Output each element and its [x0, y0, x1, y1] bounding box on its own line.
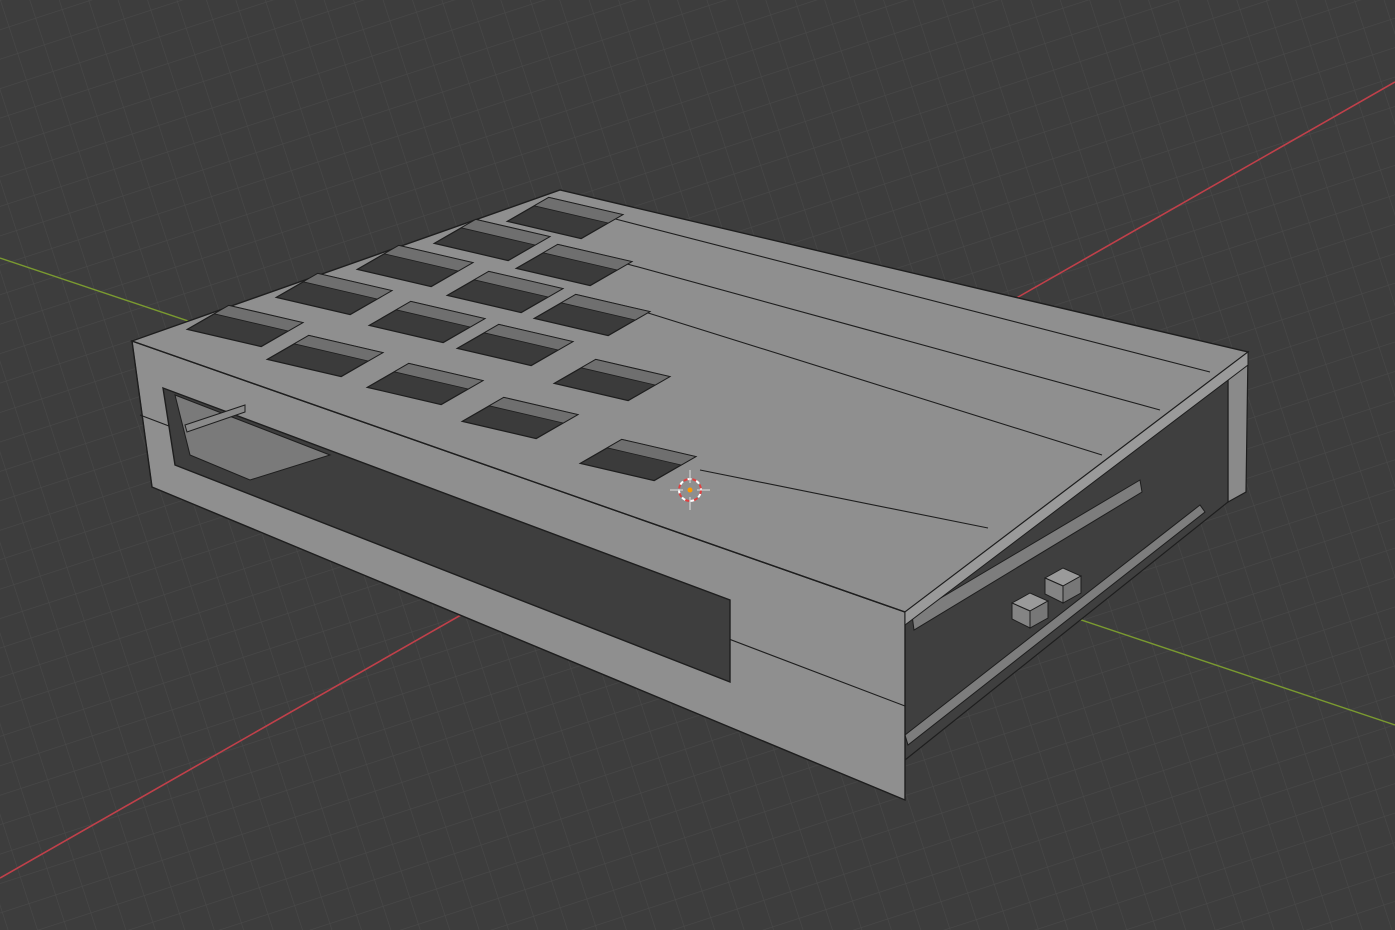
3d-viewport[interactable]	[0, 0, 1395, 930]
viewport-canvas[interactable]	[0, 0, 1395, 930]
